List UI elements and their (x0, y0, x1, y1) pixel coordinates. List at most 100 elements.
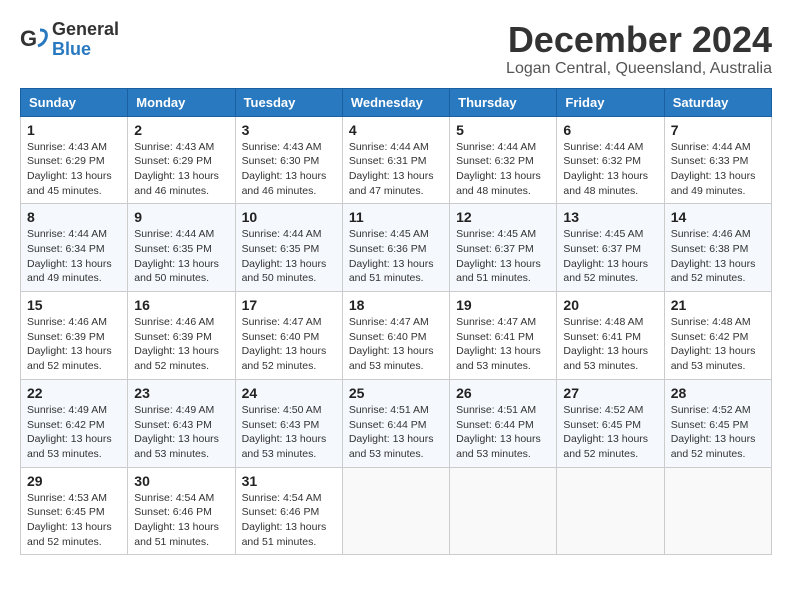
day-number: 30 (134, 473, 228, 489)
logo-icon: G (20, 26, 48, 54)
day-number: 31 (242, 473, 336, 489)
day-info: Sunrise: 4:53 AMSunset: 6:45 PMDaylight:… (27, 491, 121, 550)
day-info: Sunrise: 4:48 AMSunset: 6:42 PMDaylight:… (671, 315, 765, 374)
calendar-table: SundayMondayTuesdayWednesdayThursdayFrid… (20, 88, 772, 556)
calendar-day-cell: 11Sunrise: 4:45 AMSunset: 6:36 PMDayligh… (342, 204, 449, 292)
logo-general: General (52, 20, 119, 40)
day-number: 13 (563, 209, 657, 225)
calendar-day-cell: 5 Sunrise: 4:44 AMSunset: 6:32 PMDaylight… (450, 116, 557, 204)
day-info: Sunrise: 4:51 AMSunset: 6:44 PMDaylight:… (456, 403, 550, 462)
calendar-day-cell: 4Sunrise: 4:44 AMSunset: 6:31 PMDaylight… (342, 116, 449, 204)
calendar-day-cell (557, 467, 664, 555)
calendar-day-cell: 7 Sunrise: 4:44 AMSunset: 6:33 PMDaylight… (664, 116, 771, 204)
calendar-day-cell: 10 Sunrise: 4:44 AMSunset: 6:35 PMDayligh… (235, 204, 342, 292)
day-number: 4 (349, 122, 443, 138)
day-info: Sunrise: 4:45 AMSunset: 6:37 PMDaylight:… (456, 227, 550, 286)
calendar-day-cell (342, 467, 449, 555)
calendar-day-cell: 28 Sunrise: 4:52 AMSunset: 6:45 PMDayligh… (664, 379, 771, 467)
day-number: 2 (134, 122, 228, 138)
day-number: 12 (456, 209, 550, 225)
day-number: 6 (563, 122, 657, 138)
weekday-header-monday: Monday (128, 88, 235, 116)
day-info: Sunrise: 4:45 AMSunset: 6:36 PMDaylight:… (349, 227, 443, 286)
calendar-day-cell: 23Sunrise: 4:49 AMSunset: 6:43 PMDayligh… (128, 379, 235, 467)
day-info: Sunrise: 4:43 AMSunset: 6:29 PMDaylight:… (134, 140, 228, 199)
day-number: 10 (242, 209, 336, 225)
day-info: Sunrise: 4:43 AMSunset: 6:30 PMDaylight:… (242, 140, 336, 199)
calendar-day-cell: 17 Sunrise: 4:47 AMSunset: 6:40 PMDayligh… (235, 292, 342, 380)
calendar-week-row: 1 Sunrise: 4:43 AMSunset: 6:29 PMDaylight… (21, 116, 772, 204)
calendar-day-cell: 8Sunrise: 4:44 AMSunset: 6:34 PMDaylight… (21, 204, 128, 292)
calendar-day-cell: 19 Sunrise: 4:47 AMSunset: 6:41 PMDayligh… (450, 292, 557, 380)
header: G General Blue December 2024 Logan Centr… (20, 20, 772, 78)
calendar-day-cell: 3 Sunrise: 4:43 AMSunset: 6:30 PMDaylight… (235, 116, 342, 204)
day-info: Sunrise: 4:52 AMSunset: 6:45 PMDaylight:… (671, 403, 765, 462)
calendar-day-cell (450, 467, 557, 555)
title-area: December 2024 Logan Central, Queensland,… (506, 20, 772, 78)
day-number: 26 (456, 385, 550, 401)
weekday-header-friday: Friday (557, 88, 664, 116)
weekday-header-thursday: Thursday (450, 88, 557, 116)
day-info: Sunrise: 4:46 AMSunset: 6:38 PMDaylight:… (671, 227, 765, 286)
svg-text:G: G (20, 26, 37, 51)
day-number: 20 (563, 297, 657, 313)
day-info: Sunrise: 4:48 AMSunset: 6:41 PMDaylight:… (563, 315, 657, 374)
day-info: Sunrise: 4:52 AMSunset: 6:45 PMDaylight:… (563, 403, 657, 462)
day-number: 14 (671, 209, 765, 225)
day-number: 24 (242, 385, 336, 401)
calendar-day-cell: 27 Sunrise: 4:52 AMSunset: 6:45 PMDayligh… (557, 379, 664, 467)
day-number: 28 (671, 385, 765, 401)
day-info: Sunrise: 4:44 AMSunset: 6:32 PMDaylight:… (563, 140, 657, 199)
day-info: Sunrise: 4:47 AMSunset: 6:40 PMDaylight:… (242, 315, 336, 374)
day-info: Sunrise: 4:44 AMSunset: 6:32 PMDaylight:… (456, 140, 550, 199)
logo-blue: Blue (52, 40, 119, 60)
day-number: 19 (456, 297, 550, 313)
calendar-day-cell: 16 Sunrise: 4:46 AMSunset: 6:39 PMDayligh… (128, 292, 235, 380)
calendar-day-cell: 1 Sunrise: 4:43 AMSunset: 6:29 PMDaylight… (21, 116, 128, 204)
day-info: Sunrise: 4:50 AMSunset: 6:43 PMDaylight:… (242, 403, 336, 462)
calendar-day-cell: 12 Sunrise: 4:45 AMSunset: 6:37 PMDayligh… (450, 204, 557, 292)
day-number: 7 (671, 122, 765, 138)
day-number: 21 (671, 297, 765, 313)
day-number: 3 (242, 122, 336, 138)
day-info: Sunrise: 4:46 AMSunset: 6:39 PMDaylight:… (134, 315, 228, 374)
calendar-week-row: 15 Sunrise: 4:46 AMSunset: 6:39 PMDayligh… (21, 292, 772, 380)
calendar-week-row: 8Sunrise: 4:44 AMSunset: 6:34 PMDaylight… (21, 204, 772, 292)
calendar-day-cell: 15 Sunrise: 4:46 AMSunset: 6:39 PMDayligh… (21, 292, 128, 380)
day-number: 25 (349, 385, 443, 401)
calendar-day-cell: 24 Sunrise: 4:50 AMSunset: 6:43 PMDayligh… (235, 379, 342, 467)
calendar-day-cell: 25Sunrise: 4:51 AMSunset: 6:44 PMDayligh… (342, 379, 449, 467)
weekday-header-row: SundayMondayTuesdayWednesdayThursdayFrid… (21, 88, 772, 116)
day-info: Sunrise: 4:46 AMSunset: 6:39 PMDaylight:… (27, 315, 121, 374)
day-info: Sunrise: 4:47 AMSunset: 6:41 PMDaylight:… (456, 315, 550, 374)
day-info: Sunrise: 4:44 AMSunset: 6:33 PMDaylight:… (671, 140, 765, 199)
day-number: 5 (456, 122, 550, 138)
calendar-day-cell (664, 467, 771, 555)
weekday-header-wednesday: Wednesday (342, 88, 449, 116)
day-number: 15 (27, 297, 121, 313)
logo: G General Blue (20, 20, 119, 60)
day-info: Sunrise: 4:43 AMSunset: 6:29 PMDaylight:… (27, 140, 121, 199)
calendar-day-cell: 20 Sunrise: 4:48 AMSunset: 6:41 PMDayligh… (557, 292, 664, 380)
calendar-day-cell: 30 Sunrise: 4:54 AMSunset: 6:46 PMDayligh… (128, 467, 235, 555)
day-number: 22 (27, 385, 121, 401)
day-number: 16 (134, 297, 228, 313)
calendar-day-cell: 21 Sunrise: 4:48 AMSunset: 6:42 PMDayligh… (664, 292, 771, 380)
day-number: 17 (242, 297, 336, 313)
calendar-day-cell: 9Sunrise: 4:44 AMSunset: 6:35 PMDaylight… (128, 204, 235, 292)
day-number: 29 (27, 473, 121, 489)
day-number: 8 (27, 209, 121, 225)
day-info: Sunrise: 4:47 AMSunset: 6:40 PMDaylight:… (349, 315, 443, 374)
day-info: Sunrise: 4:49 AMSunset: 6:42 PMDaylight:… (27, 403, 121, 462)
day-number: 27 (563, 385, 657, 401)
calendar-day-cell: 18 Sunrise: 4:47 AMSunset: 6:40 PMDayligh… (342, 292, 449, 380)
month-year-title: December 2024 (506, 20, 772, 60)
day-info: Sunrise: 4:54 AMSunset: 6:46 PMDaylight:… (134, 491, 228, 550)
day-info: Sunrise: 4:44 AMSunset: 6:35 PMDaylight:… (242, 227, 336, 286)
day-info: Sunrise: 4:54 AMSunset: 6:46 PMDaylight:… (242, 491, 336, 550)
weekday-header-tuesday: Tuesday (235, 88, 342, 116)
day-number: 23 (134, 385, 228, 401)
day-number: 9 (134, 209, 228, 225)
day-number: 1 (27, 122, 121, 138)
day-number: 18 (349, 297, 443, 313)
